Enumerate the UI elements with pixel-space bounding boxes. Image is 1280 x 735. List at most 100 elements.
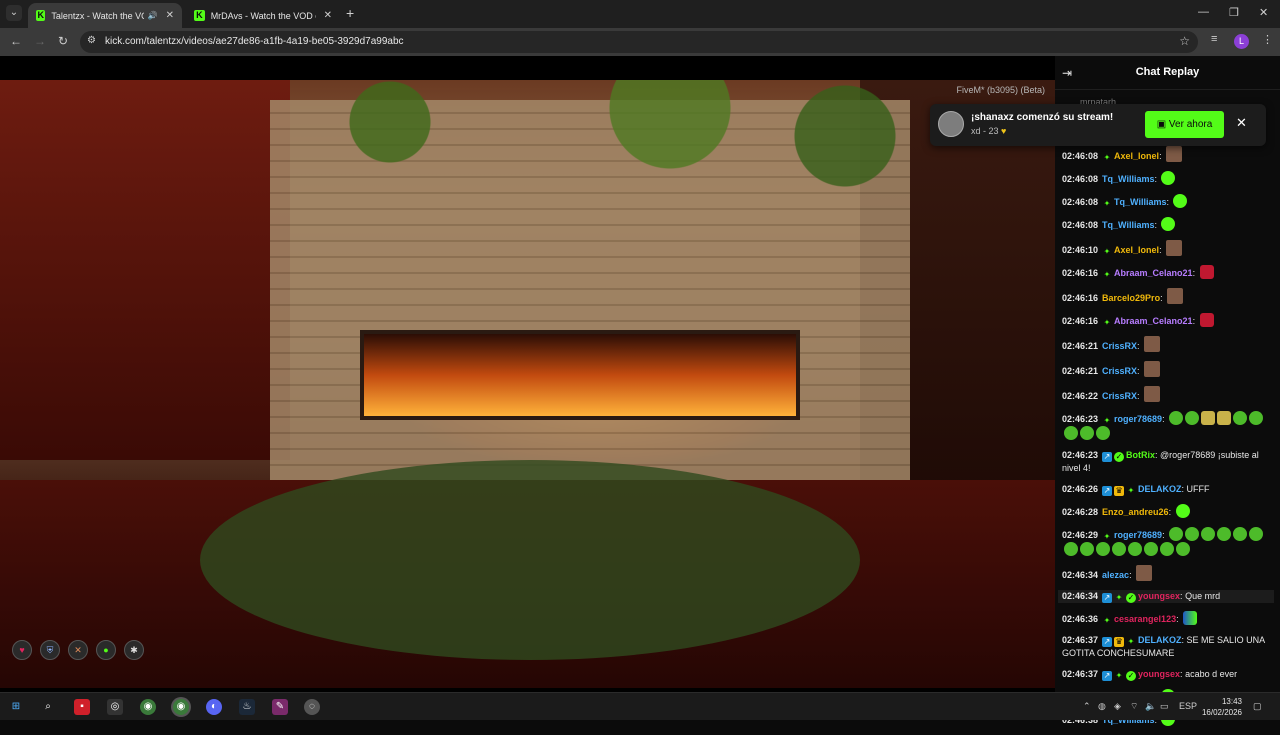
- subscriber-badge-icon[interactable]: ✦: [1102, 318, 1112, 328]
- vip-badge-icon[interactable]: ↗: [1102, 637, 1113, 647]
- crown-badge-icon[interactable]: ♛: [1114, 486, 1125, 496]
- chat-username[interactable]: Axel_Ionel: [1114, 245, 1159, 255]
- browser-menu-icon[interactable]: ⋮: [1262, 33, 1273, 46]
- video-player[interactable]: FiveM* (b3095) (Beta) ♥ ⛨ ✕ ● ✱: [0, 56, 1055, 692]
- clock-date: 16/02/2026: [1201, 708, 1242, 717]
- subscriber-badge-icon[interactable]: ✦: [1126, 637, 1136, 647]
- verified-badge-icon[interactable]: ✓: [1114, 452, 1125, 462]
- subscriber-badge-icon[interactable]: ✦: [1102, 616, 1112, 626]
- message-timestamp: 02:46:23: [1062, 450, 1099, 460]
- subscriber-badge-icon[interactable]: ✦: [1114, 671, 1124, 681]
- reload-icon[interactable]: ↻: [58, 34, 68, 48]
- chat-username[interactable]: Tq_Williams: [1102, 220, 1154, 230]
- subscriber-badge-icon[interactable]: ✦: [1102, 247, 1112, 257]
- chat-username[interactable]: roger78689: [1114, 414, 1162, 424]
- steam-icon[interactable]: ♨: [239, 699, 255, 715]
- emote-icon: [1249, 411, 1264, 425]
- vip-badge-icon[interactable]: ↗: [1102, 486, 1113, 496]
- message-timestamp: 02:46:16: [1062, 316, 1099, 326]
- chat-username[interactable]: Axel_Ionel: [1114, 151, 1159, 161]
- tray-network-icon[interactable]: ◈: [1114, 701, 1121, 712]
- chat-username[interactable]: youngsex: [1138, 591, 1180, 601]
- chat-username[interactable]: Barcelo29Pro: [1102, 293, 1160, 303]
- tab-mrdavs[interactable]: K MrDAvs - Watch the VOD on Ki ✕: [186, 3, 340, 28]
- chat-username[interactable]: CrissRX: [1102, 391, 1137, 401]
- chat-username[interactable]: Tq_Williams: [1114, 197, 1166, 207]
- chat-message-list[interactable]: 02:46:08 ✦ Axel_Ionel: 02:46:08 Tq_Williams…: [1058, 146, 1274, 735]
- chat-username[interactable]: Enzo_andreu26: [1102, 507, 1169, 517]
- vip-badge-icon[interactable]: ↗: [1102, 671, 1113, 681]
- emote-icon: [1217, 527, 1232, 541]
- tab-close-icon[interactable]: ✕: [166, 10, 174, 21]
- vip-badge-icon[interactable]: ↗: [1102, 593, 1113, 603]
- chat-username[interactable]: Abraam_Celano21: [1114, 268, 1193, 278]
- chat-username[interactable]: DELAKOZ: [1138, 484, 1182, 494]
- chat-username[interactable]: Tq_Williams: [1102, 174, 1154, 184]
- verified-badge-icon[interactable]: ✓: [1126, 671, 1137, 681]
- app-icon-gray[interactable]: ◌: [304, 699, 320, 715]
- watch-now-button[interactable]: ▣ Ver ahora: [1145, 111, 1224, 138]
- language-indicator[interactable]: ESP: [1179, 701, 1197, 711]
- windows-start-icon[interactable]: ⊞: [8, 699, 24, 715]
- subscriber-badge-icon[interactable]: ✦: [1114, 593, 1124, 603]
- chat-username[interactable]: roger78689: [1114, 530, 1162, 540]
- address-bar[interactable]: ⚙ kick.com/talentzx/videos/ae27de86-a1fb…: [80, 31, 1198, 53]
- chat-title: Chat Replay: [1135, 66, 1200, 78]
- vip-badge-icon[interactable]: ↗: [1102, 452, 1113, 462]
- tab-search-menu-icon[interactable]: ⌄: [6, 5, 22, 21]
- system-clock[interactable]: 13:43 16/02/2026: [1196, 696, 1242, 718]
- subscriber-badge-icon[interactable]: ✦: [1102, 416, 1112, 426]
- site-info-icon[interactable]: ⚙: [87, 35, 96, 46]
- toast-close-icon[interactable]: ✕: [1236, 116, 1247, 130]
- reading-list-icon[interactable]: ≡: [1211, 33, 1217, 45]
- app-icon-red[interactable]: ▪: [74, 699, 90, 715]
- search-icon[interactable]: ⌕: [40, 699, 56, 715]
- tray-chevron-icon[interactable]: ⌃: [1083, 701, 1091, 712]
- tray-volume-icon[interactable]: 🔈: [1145, 701, 1156, 712]
- chrome-icon[interactable]: ◉: [140, 699, 156, 715]
- chat-username[interactable]: Abraam_Celano21: [1114, 316, 1193, 326]
- chat-username[interactable]: alezac: [1102, 570, 1129, 580]
- chat-username[interactable]: youngsex: [1138, 669, 1180, 679]
- message-timestamp: 02:46:37: [1062, 669, 1099, 679]
- emote-icon: [1185, 411, 1200, 425]
- profile-avatar[interactable]: L: [1234, 34, 1249, 49]
- subscriber-badge-icon[interactable]: ✦: [1102, 199, 1112, 209]
- forward-icon[interactable]: →: [34, 34, 46, 48]
- tray-wifi-icon[interactable]: ⌔: [1130, 701, 1138, 712]
- tab-close-icon[interactable]: ✕: [324, 10, 332, 21]
- username-separator: :: [1176, 614, 1182, 624]
- minimize-icon[interactable]: —: [1198, 6, 1209, 18]
- notification-icon[interactable]: ▢: [1253, 701, 1262, 712]
- bookmark-star-icon[interactable]: ☆: [1179, 34, 1190, 48]
- chat-username[interactable]: DELAKOZ: [1138, 635, 1182, 645]
- subscriber-badge-icon[interactable]: ✦: [1102, 153, 1112, 163]
- app-icon-purple[interactable]: ✎: [272, 699, 288, 715]
- back-icon[interactable]: ←: [10, 34, 22, 48]
- subscriber-badge-icon[interactable]: ✦: [1102, 532, 1112, 542]
- kick-favicon-icon: K: [36, 10, 46, 21]
- restore-icon[interactable]: ❐: [1229, 6, 1239, 19]
- tray-power-icon[interactable]: ▭: [1160, 701, 1169, 712]
- chat-username[interactable]: CrissRX: [1102, 341, 1137, 351]
- tray-app-icon[interactable]: ◍: [1098, 701, 1106, 712]
- app-icon-dark[interactable]: ◎: [107, 699, 123, 715]
- emote-icon: [1167, 288, 1184, 304]
- tab-talentzx[interactable]: K Talentzx - Watch the VOD o 🔊 ✕: [28, 3, 182, 28]
- chat-username[interactable]: CrissRX: [1102, 366, 1137, 376]
- verified-badge-icon[interactable]: ✓: [1126, 593, 1137, 603]
- new-tab-button[interactable]: +: [346, 6, 354, 20]
- close-window-icon[interactable]: ✕: [1259, 6, 1268, 19]
- chrome-active-icon[interactable]: ◉: [173, 699, 189, 715]
- discord-icon[interactable]: ◐: [206, 699, 222, 715]
- subscriber-badge-icon[interactable]: ✦: [1102, 270, 1112, 280]
- chat-username[interactable]: cesarangel123: [1114, 614, 1176, 624]
- message-timestamp: 02:46:29: [1062, 530, 1099, 540]
- speaker-icon[interactable]: 🔊: [148, 11, 158, 20]
- chat-message: 02:46:10 ✦ Axel_Ionel:: [1062, 240, 1274, 257]
- emote-icon: [1096, 542, 1110, 556]
- url-text[interactable]: kick.com/talentzx/videos/ae27de86-a1fb-4…: [105, 36, 404, 47]
- crown-badge-icon[interactable]: ♛: [1114, 637, 1125, 647]
- subscriber-badge-icon[interactable]: ✦: [1126, 486, 1136, 496]
- chat-username[interactable]: BotRix: [1126, 450, 1155, 460]
